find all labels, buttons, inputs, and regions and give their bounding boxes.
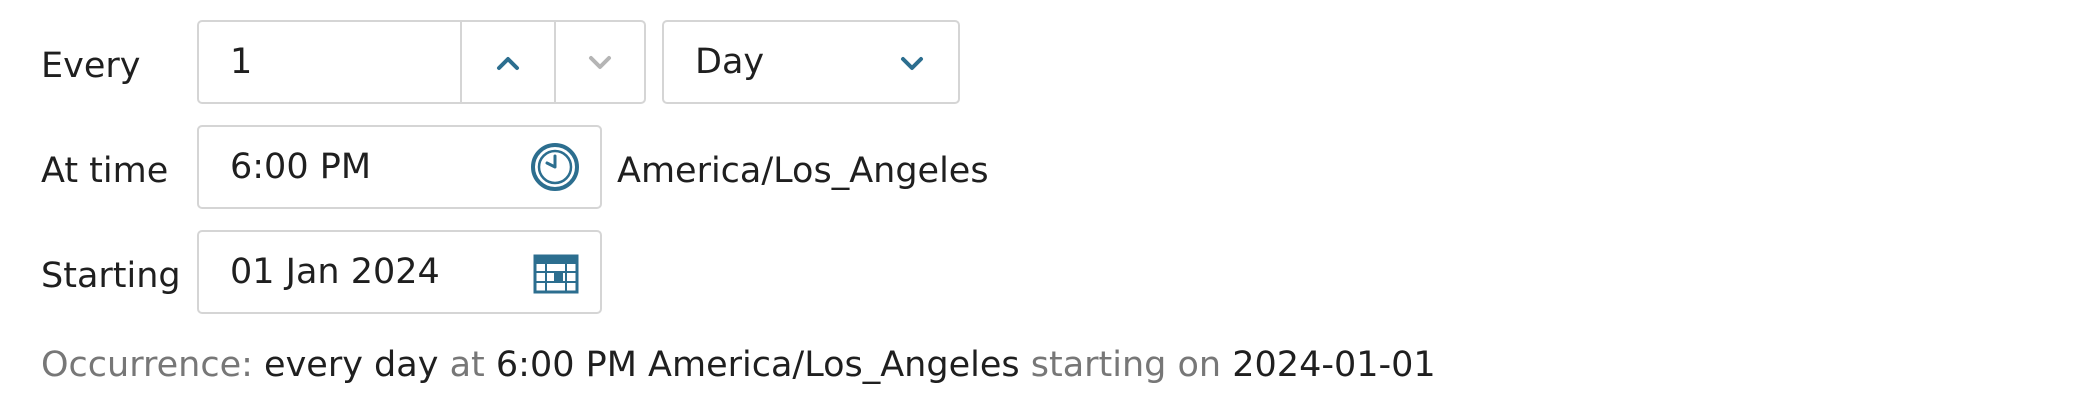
summary-date: 2024-01-01 — [1232, 345, 1436, 385]
clock-icon — [531, 143, 579, 191]
summary-prefix: Occurrence: — [41, 345, 253, 385]
unit-select-value: Day — [695, 42, 765, 82]
calendar-icon — [533, 254, 579, 294]
summary-time: 6:00 PM America/Los_Angeles — [495, 345, 1020, 385]
unit-select[interactable]: Day — [662, 20, 960, 104]
interval-stepper: 1 — [197, 20, 646, 104]
time-picker-button[interactable] — [529, 141, 581, 193]
occurrence-summary: Occurrence: every day at 6:00 PM America… — [41, 340, 1436, 390]
time-label: At time — [41, 151, 169, 191]
start-date-field[interactable]: 01 Jan 2024 — [197, 230, 602, 314]
increment-button[interactable] — [462, 22, 554, 102]
interval-input[interactable]: 1 — [230, 22, 455, 102]
start-date-value: 01 Jan 2024 — [230, 252, 440, 292]
chevron-up-icon — [497, 57, 519, 70]
decrement-button[interactable] — [556, 22, 644, 102]
unit-dropdown-toggle — [882, 22, 942, 102]
start-label: Starting — [41, 256, 181, 296]
time-field-value: 6:00 PM — [230, 147, 372, 187]
summary-starting: starting on — [1030, 345, 1222, 385]
timezone-label: America/Los_Angeles — [617, 151, 989, 191]
date-picker-button[interactable] — [533, 254, 579, 294]
chevron-down-icon — [901, 57, 923, 70]
chevron-down-icon — [589, 56, 611, 69]
every-label: Every — [41, 46, 141, 86]
summary-at: at — [449, 345, 485, 385]
time-field[interactable]: 6:00 PM — [197, 125, 602, 209]
summary-frequency: every day — [264, 345, 439, 385]
